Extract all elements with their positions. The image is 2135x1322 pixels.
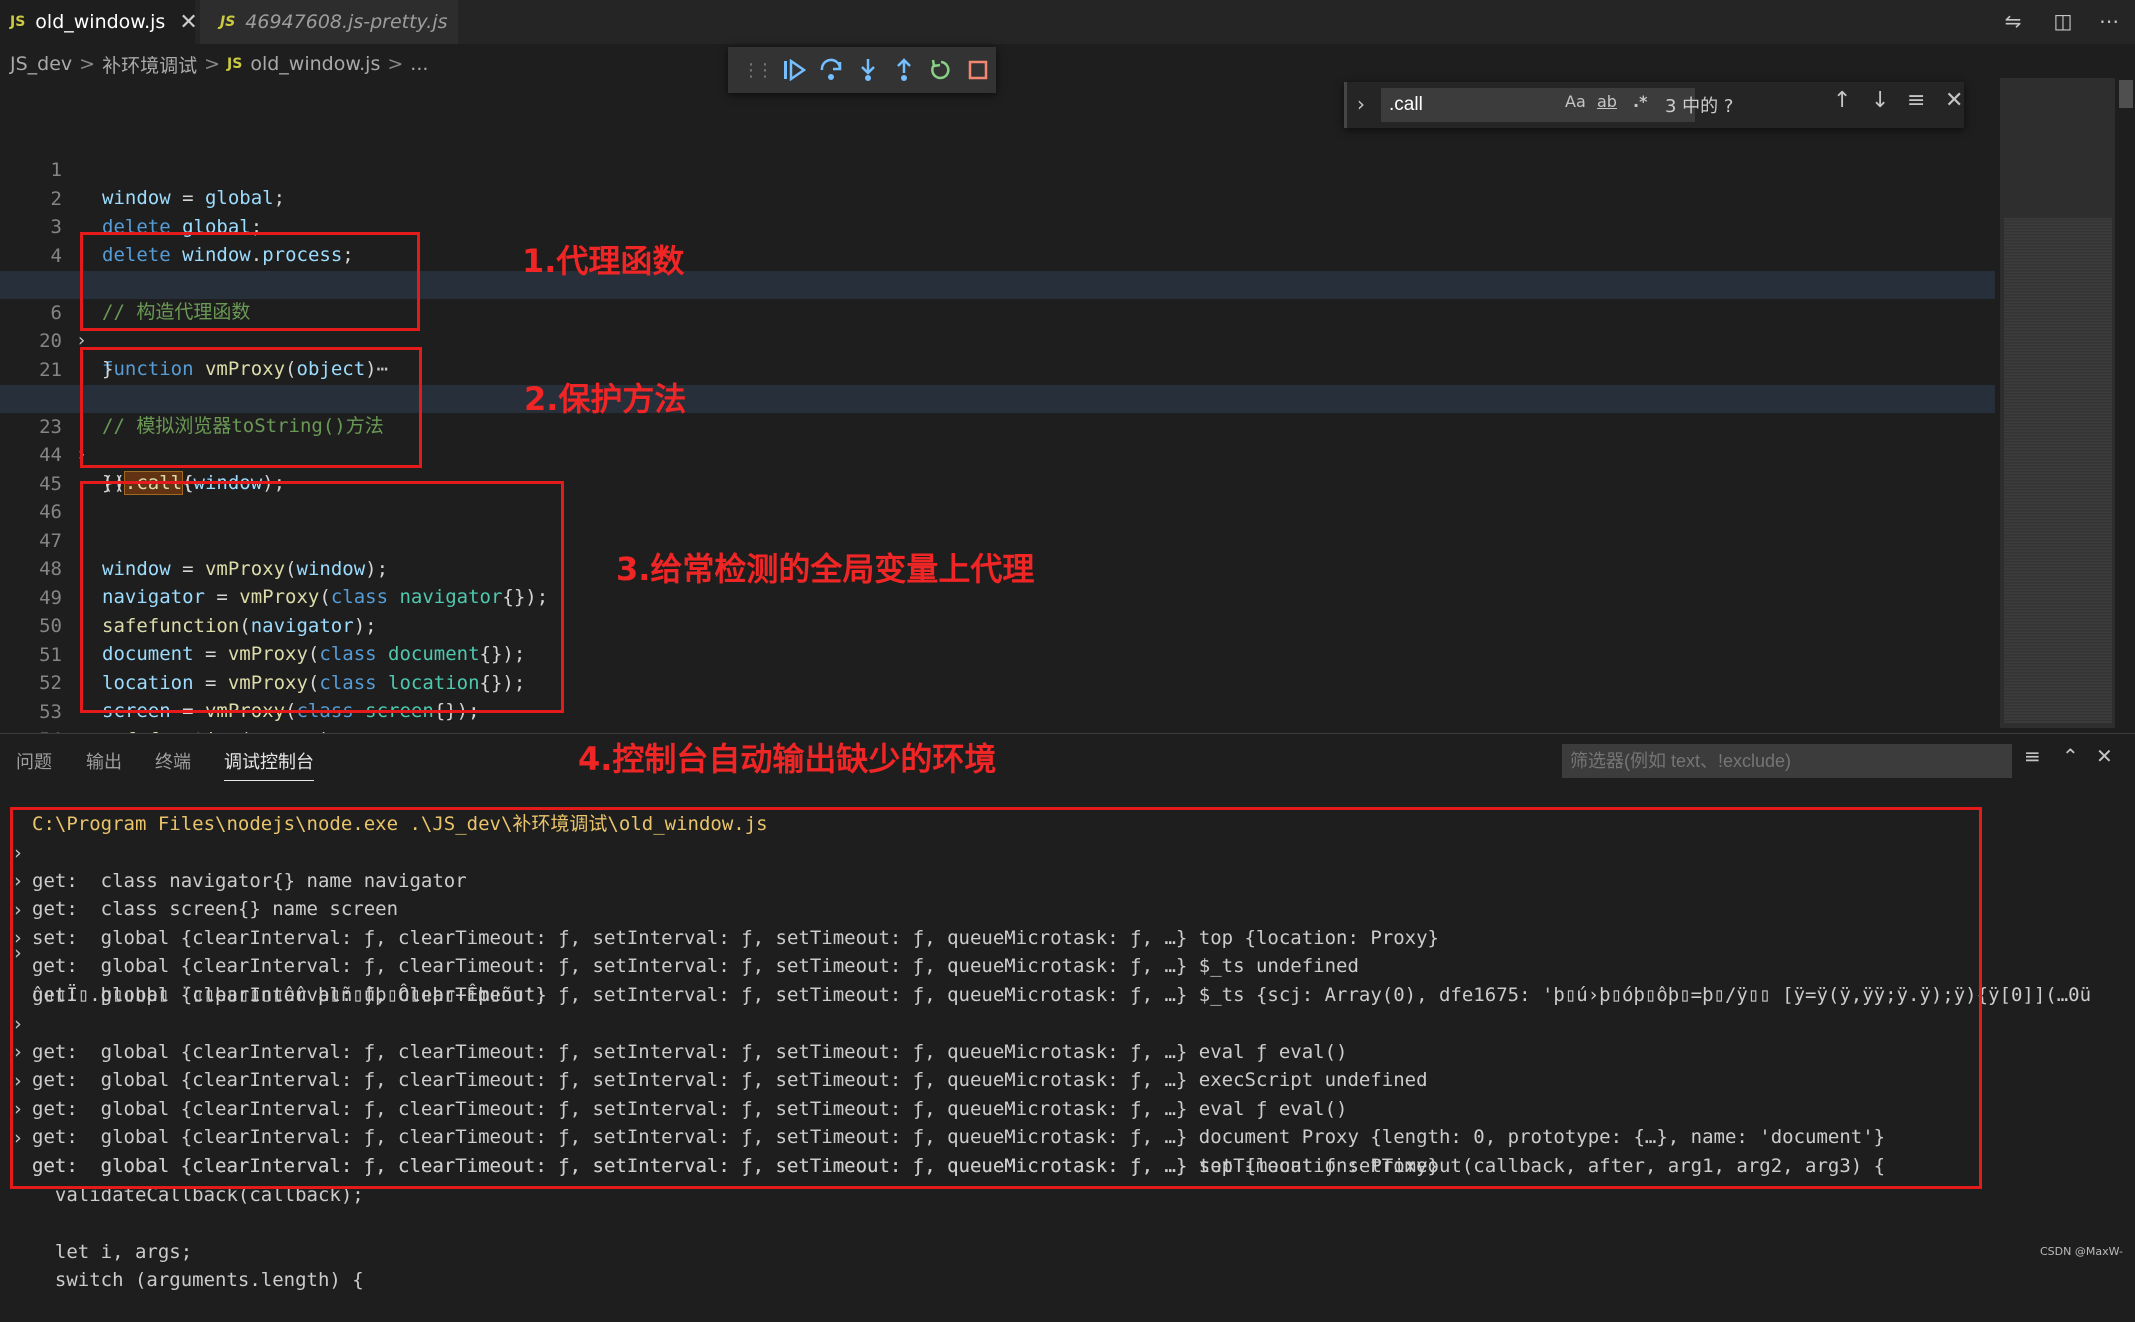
tab-problems[interactable]: 问题	[16, 748, 52, 774]
tab-old-window-js[interactable]: JS old_window.js ✕	[0, 0, 198, 44]
breadcrumb-item[interactable]: old_window.js	[250, 53, 380, 75]
grip-icon[interactable]: ⋮⋮	[742, 60, 774, 81]
minimap-content	[2004, 218, 2112, 723]
code-line: 3 delete window.process;	[0, 185, 1995, 266]
annotation-box-proxy	[80, 232, 420, 331]
debug-toolbar: ⋮⋮	[728, 47, 996, 93]
clear-console-icon[interactable]: ≡	[2024, 744, 2041, 768]
code-line: 1 window = global;	[0, 128, 1995, 209]
tab-output[interactable]: 输出	[86, 748, 122, 774]
breadcrumb-item[interactable]: 补环境调试	[102, 51, 197, 78]
find-widget: › Aa ab .* 3 中的 ? ↑ ↓ ≡ ✕	[1344, 82, 1964, 128]
console-command-line: C:\Program Files\nodejs\node.exe .\JS_de…	[0, 782, 2000, 835]
restart-icon[interactable]	[923, 53, 960, 87]
match-whole-word-icon[interactable]: ab	[1597, 92, 1617, 111]
tab-debug-console[interactable]: 调试控制台	[224, 748, 314, 781]
find-in-selection-icon[interactable]: ≡	[1907, 88, 1925, 113]
code-line: 2 delete global;	[0, 157, 1995, 238]
close-icon[interactable]: ✕	[1945, 88, 1963, 113]
use-regex-icon[interactable]: .*	[1633, 92, 1647, 111]
console-filter-input[interactable]	[1562, 744, 2012, 778]
scrollbar-thumb[interactable]	[2119, 80, 2133, 108]
tab-label: 46947608.js-pretty.js	[245, 11, 448, 33]
step-into-icon[interactable]	[849, 53, 886, 87]
breadcrumb: JS_dev > 补环境调试 > JS old_window.js > ...	[10, 50, 428, 78]
chevron-right-icon[interactable]: ›	[1357, 92, 1365, 116]
annotation-label-console: 4.控制台自动输出缺少的环境	[578, 740, 997, 778]
step-out-icon[interactable]	[886, 53, 923, 87]
tab-label: old_window.js	[35, 11, 166, 33]
arrow-down-icon[interactable]: ↓	[1871, 88, 1889, 113]
continue-icon[interactable]	[776, 53, 813, 87]
js-file-icon: JS	[227, 56, 243, 72]
chevron-right-icon: >	[387, 53, 404, 75]
close-icon[interactable]: ✕	[179, 10, 197, 35]
tab-bar: JS old_window.js ✕ JS 46947608.js-pretty…	[0, 0, 2135, 44]
breadcrumb-item[interactable]: JS_dev	[10, 53, 72, 75]
console-text: switch (arguments.length) {	[32, 1269, 364, 1291]
chevron-right-icon: >	[204, 53, 221, 75]
annotation-box-globals	[80, 481, 564, 713]
match-case-icon[interactable]: Aa	[1565, 92, 1586, 111]
js-file-icon: JS	[10, 14, 26, 30]
split-editor-icon[interactable]: ◫	[2048, 6, 2078, 36]
js-file-icon: JS	[220, 14, 236, 30]
more-actions-icon[interactable]: ⋯	[2094, 6, 2124, 36]
arrow-up-icon[interactable]: ↑	[1833, 88, 1851, 113]
annotation-label-proxy: 1.代理函数	[522, 242, 685, 280]
annotation-box-protect	[80, 347, 422, 468]
tab-terminal[interactable]: 终端	[155, 748, 191, 774]
annotation-box-console	[10, 807, 1982, 1189]
compare-icon[interactable]: ⇋	[1998, 6, 2028, 36]
vertical-scrollbar[interactable]	[2119, 78, 2133, 728]
breadcrumb-item[interactable]: ...	[410, 53, 428, 75]
stop-icon[interactable]	[959, 53, 996, 87]
step-over-icon[interactable]	[813, 53, 850, 87]
chevron-right-icon: >	[79, 53, 96, 75]
watermark-credit: CSDN @MaxW-	[2040, 1245, 2123, 1258]
annotation-label-globals: 3.给常检测的全局变量上代理	[616, 550, 1035, 588]
tab-pretty-js[interactable]: JS 46947608.js-pretty.js	[200, 0, 458, 44]
close-icon[interactable]: ✕	[2096, 744, 2113, 768]
minimap[interactable]	[2000, 78, 2115, 728]
find-result-count: 3 中的 ?	[1665, 96, 1734, 117]
console-line: let i, args;	[0, 1210, 2000, 1263]
find-input[interactable]	[1381, 88, 1695, 122]
annotation-label-protect: 2.保护方法	[524, 380, 687, 418]
chevron-up-icon[interactable]: ⌃	[2062, 744, 2079, 768]
